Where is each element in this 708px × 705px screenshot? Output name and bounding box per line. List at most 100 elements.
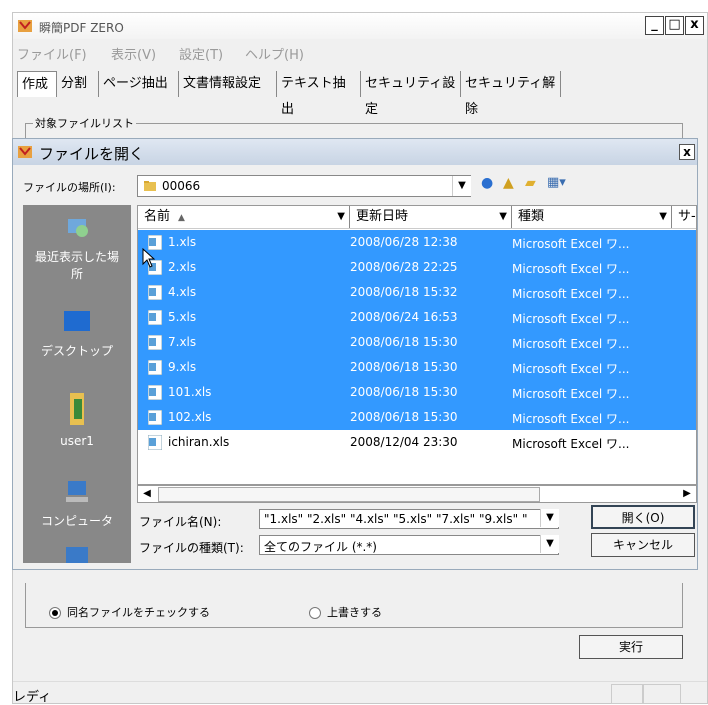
chevron-down-icon[interactable]: ▼ xyxy=(540,535,559,553)
chevron-down-icon[interactable]: ▼ xyxy=(499,206,507,228)
new-folder-icon[interactable]: ▰ xyxy=(525,175,536,191)
file-date: 2008/06/28 22:25 xyxy=(350,260,458,274)
filetype-label: ファイルの種類(T): xyxy=(139,541,244,555)
file-date: 2008/06/18 15:32 xyxy=(350,285,458,299)
file-name: 9.xls xyxy=(168,360,197,374)
run-button[interactable]: 実行 xyxy=(579,635,683,659)
file-type: Microsoft Excel ワ... xyxy=(512,262,630,276)
menu-help[interactable]: ヘルプ(H) xyxy=(245,44,304,63)
file-name: 101.xls xyxy=(168,385,212,399)
network-icon[interactable] xyxy=(62,541,92,563)
horizontal-scrollbar[interactable]: ◀ ▶ xyxy=(137,485,697,503)
desktop-icon xyxy=(64,311,90,331)
file-name: 5.xls xyxy=(168,310,197,324)
place-user[interactable]: user1 xyxy=(23,391,131,448)
app-icon xyxy=(18,20,32,32)
filetype-select[interactable]: 全てのファイル (*.*) ▼ xyxy=(259,535,559,555)
filename-input[interactable]: "1.xls" "2.xls" "4.xls" "5.xls" "7.xls" … xyxy=(259,509,559,529)
place-desktop[interactable]: デスクトップ xyxy=(23,309,131,359)
file-date: 2008/06/18 15:30 xyxy=(350,410,458,424)
file-date: 2008/06/18 15:30 xyxy=(350,360,458,374)
radio-overwrite[interactable]: 上書きする xyxy=(309,604,382,620)
place-recent[interactable]: 最近表示した場所 xyxy=(23,215,131,282)
radio-dot-icon xyxy=(309,606,321,619)
back-icon[interactable]: ● xyxy=(481,175,493,191)
file-name: 2.xls xyxy=(168,260,197,274)
status-panel xyxy=(611,684,643,704)
up-folder-icon[interactable]: ▲ xyxy=(503,175,514,191)
lookin-value: 00066 xyxy=(162,179,201,193)
tab-security-set[interactable]: セキュリティ設定 xyxy=(361,71,461,117)
column-name-label: 名前 xyxy=(144,209,171,224)
file-row[interactable]: 4.xls 2008/06/18 15:32 Microsoft Excel ワ..… xyxy=(138,280,696,305)
file-row[interactable]: 1.xls 2008/06/28 12:38 Microsoft Excel ワ..… xyxy=(138,230,696,255)
close-button[interactable]: x xyxy=(685,16,704,35)
user-folder-icon xyxy=(70,393,84,425)
chevron-down-icon[interactable]: ▼ xyxy=(659,206,667,228)
chevron-down-icon[interactable]: ▼ xyxy=(540,509,559,527)
excel-file-icon xyxy=(148,310,162,325)
column-name[interactable]: 名前 ▲ ▼ xyxy=(138,206,350,228)
excel-file-icon xyxy=(148,285,162,300)
scroll-left-icon[interactable]: ◀ xyxy=(138,486,156,502)
menu-view[interactable]: 表示(V) xyxy=(111,44,156,63)
scroll-thumb[interactable] xyxy=(158,487,540,502)
menu-settings[interactable]: 設定(T) xyxy=(179,44,223,63)
file-type: Microsoft Excel ワ... xyxy=(512,362,630,376)
column-date-label: 更新日時 xyxy=(356,209,409,224)
mouse-cursor-icon xyxy=(142,248,156,268)
file-row[interactable]: 2.xls 2008/06/28 22:25 Microsoft Excel ワ..… xyxy=(138,255,696,280)
chevron-down-icon[interactable]: ▼ xyxy=(337,206,345,228)
file-type: Microsoft Excel ワ... xyxy=(512,312,630,326)
file-row[interactable]: 101.xls 2008/06/18 15:30 Microsoft Excel ワ… xyxy=(138,380,696,405)
file-name: 1.xls xyxy=(168,235,197,249)
open-file-dialog: ファイルを開く x ファイルの場所(I): 00066 ▼ ● ▲ ▰ ▦▾ 最… xyxy=(12,138,698,570)
tab-split[interactable]: 分割 xyxy=(57,71,99,97)
file-row[interactable]: ichiran.xls 2008/12/04 23:30 Microsoft Exc… xyxy=(138,430,696,455)
place-recent-label: 最近表示した場所 xyxy=(34,250,119,281)
column-date[interactable]: 更新日時 ▼ xyxy=(350,206,512,228)
file-row[interactable]: 102.xls 2008/06/18 15:30 Microsoft Excel ワ… xyxy=(138,405,696,430)
column-size[interactable]: サ- xyxy=(672,206,696,228)
lookin-label: ファイルの場所(I): xyxy=(23,181,116,194)
chevron-down-icon[interactable]: ▼ xyxy=(452,176,471,196)
file-row[interactable]: 7.xls 2008/06/18 15:30 Microsoft Excel ワ..… xyxy=(138,330,696,355)
dialog-title: ファイルを開く xyxy=(39,145,145,163)
radio-check-duplicates[interactable]: 同名ファイルをチェックする xyxy=(49,604,210,620)
view-menu-icon[interactable]: ▦▾ xyxy=(547,175,566,190)
file-type: Microsoft Excel ワ... xyxy=(512,437,630,451)
file-type: Microsoft Excel ワ... xyxy=(512,387,630,401)
tab-page-extract[interactable]: ページ抽出 xyxy=(99,71,179,97)
file-date: 2008/12/04 23:30 xyxy=(350,435,458,449)
dialog-app-icon xyxy=(18,146,32,158)
radio-check-label: 同名ファイルをチェックする xyxy=(67,606,210,619)
excel-file-icon xyxy=(148,435,162,450)
status-text: レディ xyxy=(13,690,52,705)
tab-create[interactable]: 作成 xyxy=(17,71,57,97)
place-computer-label: コンピュータ xyxy=(40,514,113,528)
maximize-button[interactable]: □ xyxy=(665,16,684,35)
minimize-button[interactable]: _ xyxy=(645,16,664,35)
filename-label: ファイル名(N): xyxy=(139,515,222,529)
radio-dot-icon xyxy=(49,606,61,619)
tab-doc-info[interactable]: 文書情報設定 xyxy=(179,71,277,97)
place-desktop-label: デスクトップ xyxy=(40,344,113,358)
open-button[interactable]: 開く(O) xyxy=(591,505,695,529)
lookin-combo[interactable]: 00066 ▼ xyxy=(137,175,471,197)
menu-bar: ファイル(F) 表示(V) 設定(T) ヘルプ(H) xyxy=(13,41,707,63)
excel-file-icon xyxy=(148,335,162,350)
status-bar: レディ xyxy=(13,681,707,705)
dialog-close-button[interactable]: x xyxy=(679,144,695,160)
tab-text-extract[interactable]: テキスト抽出 xyxy=(277,71,361,117)
cancel-button[interactable]: キャンセル xyxy=(591,533,695,557)
target-file-group-label: 対象ファイルリスト xyxy=(33,115,136,131)
menu-file[interactable]: ファイル(F) xyxy=(17,44,87,63)
file-row[interactable]: 5.xls 2008/06/24 16:53 Microsoft Excel ワ..… xyxy=(138,305,696,330)
file-name: 102.xls xyxy=(168,410,212,424)
place-computer[interactable]: コンピュータ xyxy=(23,479,131,529)
file-date: 2008/06/28 12:38 xyxy=(350,235,458,249)
tab-security-remove[interactable]: セキュリティ解除 xyxy=(461,71,561,117)
column-type[interactable]: 種類 ▼ xyxy=(512,206,672,228)
file-row[interactable]: 9.xls 2008/06/18 15:30 Microsoft Excel ワ..… xyxy=(138,355,696,380)
scroll-right-icon[interactable]: ▶ xyxy=(678,486,696,502)
